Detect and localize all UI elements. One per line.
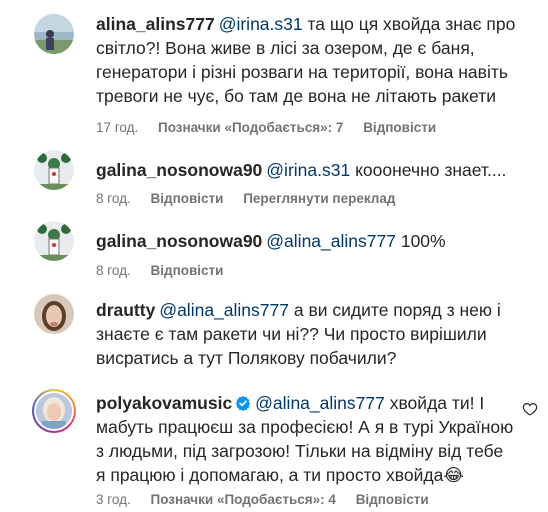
comment-username[interactable]: galina_nosonowa90 bbox=[96, 160, 262, 180]
avatar[interactable] bbox=[34, 150, 74, 190]
reply-button[interactable]: Відповісти bbox=[151, 263, 224, 278]
comment-mention[interactable]: @irina.s31 bbox=[219, 14, 303, 34]
comment-meta: 3 год. Позначки «Подобається»: 4 Відпові… bbox=[96, 492, 445, 507]
see-translation-button[interactable]: Переглянути переклад bbox=[243, 191, 395, 206]
comment-body: кооонечно знает.... bbox=[350, 160, 507, 180]
comment-time: 3 год. bbox=[96, 492, 131, 507]
comment-username[interactable]: drautty bbox=[96, 300, 155, 320]
comment-time: 8 год. bbox=[96, 263, 131, 278]
avatar-story-ring[interactable] bbox=[32, 389, 76, 433]
verified-badge-icon bbox=[235, 395, 251, 411]
comment-text: alina_alins777 @irina.s31 та що ця хвойда… bbox=[96, 12, 526, 108]
comment-time: 17 год. bbox=[96, 120, 139, 135]
comment-text: polyakovamusic @alina_alins777 хвойда ти… bbox=[96, 391, 516, 487]
comment-meta: 8 год. Відповісти bbox=[96, 263, 239, 278]
comment-meta: 8 год. Відповісти Переглянути переклад bbox=[96, 191, 411, 206]
heart-icon[interactable] bbox=[522, 401, 538, 417]
comment-mention[interactable]: @irina.s31 bbox=[266, 160, 350, 180]
comment-mention[interactable]: @alina_alins777 bbox=[266, 231, 396, 251]
reply-button[interactable]: Відповісти bbox=[356, 492, 429, 507]
comment-body: а ви сидите поряд з нею і знаєте є там р… bbox=[96, 300, 501, 368]
avatar bbox=[34, 391, 74, 431]
avatar[interactable] bbox=[34, 294, 74, 334]
comment-text: drautty @alina_alins777 а ви сидите поряд… bbox=[96, 298, 526, 370]
comment-text: galina_nosonowa90 @alina_alins777 100% bbox=[96, 229, 526, 253]
reply-button[interactable]: Відповісти bbox=[151, 191, 224, 206]
comment-body: 100% bbox=[395, 231, 446, 251]
comment-mention[interactable]: @alina_alins777 bbox=[159, 300, 289, 320]
comment-text: galina_nosonowa90 @irina.s31 кооонечно зн… bbox=[96, 158, 526, 182]
likes-count-link[interactable]: Позначки «Подобається»: 7 bbox=[158, 120, 343, 135]
comment-time: 8 год. bbox=[96, 191, 131, 206]
comment-meta: 17 год. Позначки «Подобається»: 7 Відпов… bbox=[96, 120, 452, 135]
likes-count-link[interactable]: Позначки «Подобається»: 4 bbox=[151, 492, 336, 507]
reply-button[interactable]: Відповісти bbox=[363, 120, 436, 135]
comment-username[interactable]: alina_alins777 bbox=[96, 14, 215, 34]
avatar[interactable] bbox=[34, 221, 74, 261]
avatar[interactable] bbox=[34, 14, 74, 54]
comment-username[interactable]: galina_nosonowa90 bbox=[96, 231, 262, 251]
comment-username[interactable]: polyakovamusic bbox=[96, 393, 232, 413]
comment-mention[interactable]: @alina_alins777 bbox=[255, 393, 385, 413]
